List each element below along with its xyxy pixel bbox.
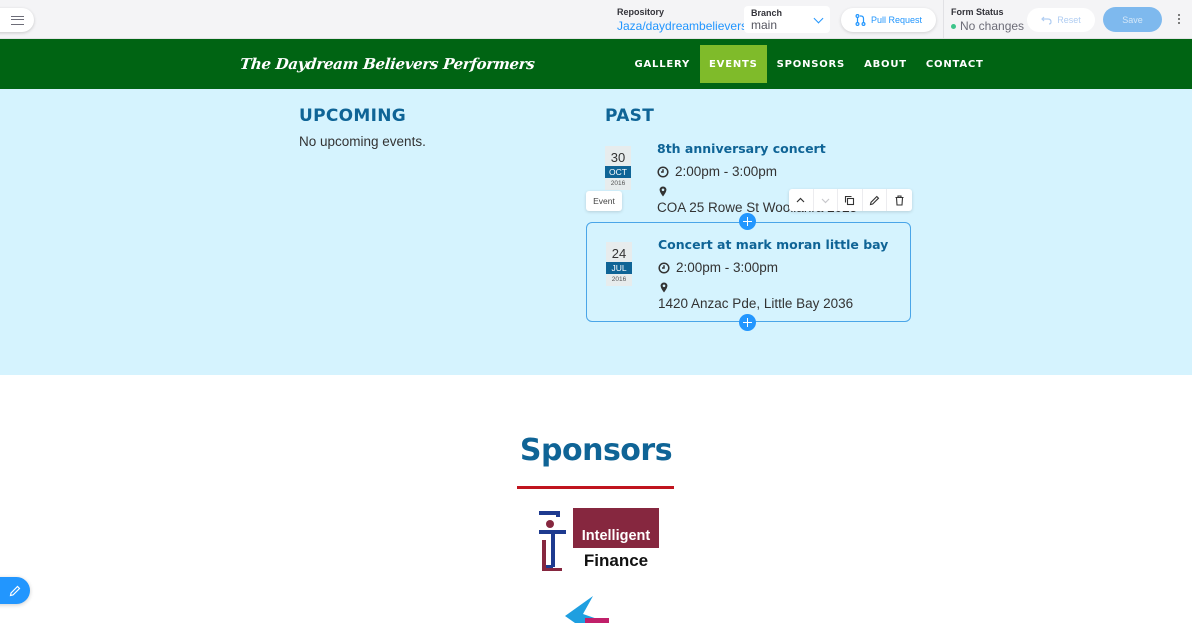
branch-select[interactable]: Branch main <box>744 6 830 33</box>
pull-request-icon <box>855 14 866 26</box>
status-dot-icon <box>951 24 956 29</box>
event-year: 2016 <box>610 180 626 187</box>
more-options-button[interactable] <box>1173 10 1185 28</box>
event-time-text: 2:00pm - 3:00pm <box>675 164 778 179</box>
sponsors-divider <box>517 486 674 489</box>
pull-request-label: Pull Request <box>870 15 923 25</box>
nav-about[interactable]: ABOUT <box>855 45 917 83</box>
clock-icon <box>657 165 669 178</box>
dot <box>1178 14 1180 16</box>
repository-info: Repository Jaza/daydreambelievers <box>617 7 747 34</box>
event-month: JUL <box>606 262 632 274</box>
sponsor-logo-line1: Intelligent <box>573 508 659 548</box>
edit-mode-button[interactable] <box>0 577 30 604</box>
nav-events[interactable]: EVENTS <box>699 45 768 83</box>
form-status-label: Form Status <box>951 7 1004 17</box>
nav-links: GALLERY EVENTS SPONSORS ABOUT CONTACT <box>625 45 993 83</box>
form-status-value: No changes <box>960 19 1025 33</box>
event-address: 1420 Anzac Pde, Little Bay 2036 <box>658 296 854 311</box>
duplicate-button[interactable] <box>838 189 863 211</box>
branch-value: main <box>751 18 778 32</box>
delete-button[interactable] <box>887 189 912 211</box>
event-time-text: 2:00pm - 3:00pm <box>676 260 779 275</box>
event-time: 2:00pm - 3:00pm <box>657 164 777 179</box>
undo-icon <box>1041 16 1052 25</box>
sponsor-logo-partial[interactable] <box>563 594 609 623</box>
reset-label: Reset <box>1057 15 1081 25</box>
add-block-below-button[interactable] <box>739 314 756 331</box>
repository-label: Repository <box>617 7 665 17</box>
event-time: 2:00pm - 3:00pm <box>658 260 778 275</box>
cms-toolbar: Repository Jaza/daydreambelievers Branch… <box>0 0 1192 39</box>
move-down-button[interactable] <box>814 189 838 211</box>
duplicate-icon <box>845 195 855 205</box>
menu-button[interactable] <box>0 8 34 32</box>
form-status: Form Status No changes <box>951 7 1024 34</box>
pull-request-button[interactable]: Pull Request <box>841 8 936 32</box>
clock-icon <box>658 261 670 274</box>
chevron-up-icon <box>796 197 805 202</box>
pencil-icon <box>869 195 880 205</box>
date-badge: 30 OCT 2016 <box>605 146 631 190</box>
events-section: UPCOMING No upcoming events. PAST 30 OCT… <box>0 89 1192 375</box>
event-day: 24 <box>611 246 627 261</box>
event-item[interactable]: 30 OCT 2016 8th anniversary concert 2:00… <box>586 127 911 227</box>
event-month: OCT <box>605 166 631 178</box>
save-button[interactable]: Save <box>1103 7 1162 32</box>
site-navbar: The Daydream Believers Performers GALLER… <box>0 39 1192 89</box>
sponsor-logo-intelligent-finance[interactable]: Intelligent Finance <box>536 507 660 573</box>
event-year: 2016 <box>611 276 627 283</box>
edit-button[interactable] <box>863 189 887 211</box>
chevron-down-icon <box>821 198 830 203</box>
toolbar-divider <box>943 0 944 39</box>
pencil-icon <box>9 585 21 596</box>
intelligent-finance-mark-icon <box>539 511 566 571</box>
sponsor-logo-line2: Finance <box>583 551 649 570</box>
move-up-button[interactable] <box>789 189 814 211</box>
nav-gallery[interactable]: GALLERY <box>625 45 700 83</box>
hamburger-icon <box>10 15 24 25</box>
nav-contact[interactable]: CONTACT <box>916 45 993 83</box>
trash-icon <box>895 194 904 206</box>
upcoming-title: UPCOMING <box>299 106 407 126</box>
sponsors-title: Sponsors <box>519 433 673 468</box>
event-item-selected[interactable]: 24 JUL 2016 Concert at mark moran little… <box>586 222 911 322</box>
past-title: PAST <box>605 106 655 126</box>
add-block-above-button[interactable] <box>739 213 756 230</box>
event-title[interactable]: 8th anniversary concert <box>657 141 826 156</box>
repository-link[interactable]: Jaza/daydreambelievers <box>617 19 747 34</box>
block-toolbar <box>789 189 912 211</box>
dot <box>1178 22 1180 24</box>
site-logo[interactable]: The Daydream Believers Performers <box>239 55 535 73</box>
block-type-label: Event <box>586 191 622 211</box>
reset-button[interactable]: Reset <box>1027 8 1095 32</box>
event-title[interactable]: Concert at mark moran little bay <box>658 237 888 252</box>
nav-sponsors[interactable]: SPONSORS <box>767 45 854 83</box>
no-upcoming-text: No upcoming events. <box>299 134 426 149</box>
dot <box>1178 18 1180 20</box>
date-badge: 24 JUL 2016 <box>606 242 632 286</box>
event-day: 30 <box>610 150 626 165</box>
